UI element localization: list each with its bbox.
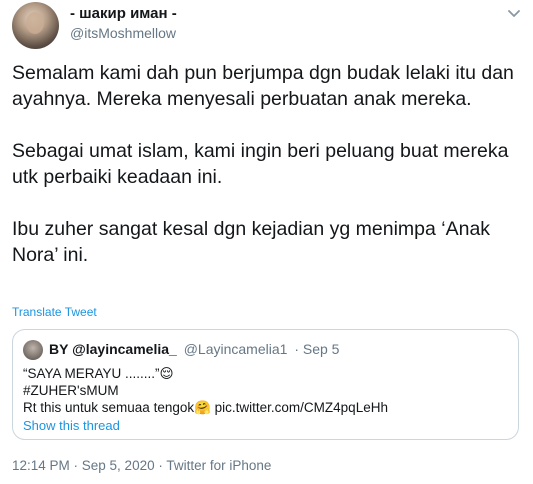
quoted-line[interactable]: #ZUHER'sMUM <box>23 382 503 399</box>
tweet-paragraph: Semalam kami dah pun berjumpa dgn budak … <box>12 62 514 110</box>
author-handle[interactable]: @itsMoshmellow <box>70 25 176 41</box>
quoted-line[interactable]: Rt this untuk semuaa tengok🤗 pic.twitter… <box>23 399 503 416</box>
quoted-header: BY @layincamelia_ @Layincamelia1 · Sep 5 <box>49 341 339 357</box>
quoted-line: “SAYA MERAYU ........”😌 <box>23 366 174 381</box>
quoted-display-name[interactable]: BY @layincamelia_ <box>49 341 177 357</box>
quoted-avatar[interactable] <box>23 340 43 360</box>
chevron-down-icon[interactable] <box>505 4 523 22</box>
quoted-date[interactable]: · Sep 5 <box>294 341 339 357</box>
author-avatar[interactable] <box>12 2 59 49</box>
author-display-name[interactable]: - шакир иман - <box>70 5 177 22</box>
tweet-timestamp[interactable]: 12:14 PM · Sep 5, 2020 · Twitter for iPh… <box>12 458 271 473</box>
show-thread-link[interactable]: Show this thread <box>23 418 120 433</box>
translate-tweet-link[interactable]: Translate Tweet <box>12 305 97 319</box>
quoted-handle[interactable]: @Layincamelia1 <box>184 341 288 357</box>
tweet-text: Semalam kami dah pun berjumpa dgn budak … <box>12 60 522 268</box>
tweet-paragraph: Sebagai umat islam, kami ingin beri pelu… <box>12 140 509 188</box>
quoted-tweet[interactable]: BY @layincamelia_ @Layincamelia1 · Sep 5… <box>12 329 519 440</box>
tweet-paragraph: Ibu zuher sangat kesal dgn kejadian yg m… <box>12 218 491 266</box>
quoted-text: “SAYA MERAYU ........”😌 #ZUHER'sMUM Rt t… <box>23 365 503 416</box>
avatar-face <box>26 12 44 34</box>
